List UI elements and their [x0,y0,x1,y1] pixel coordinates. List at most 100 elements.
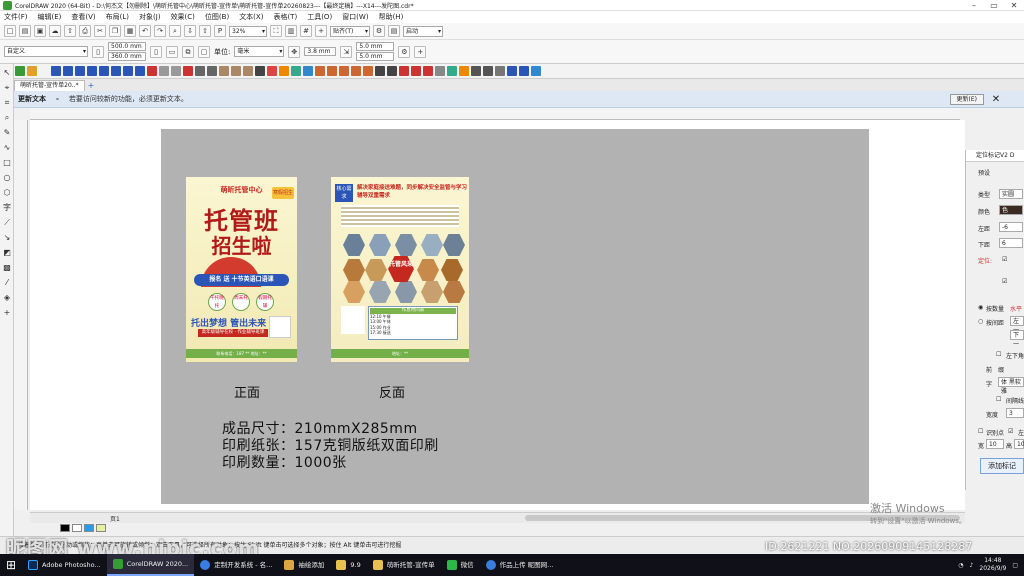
clock[interactable]: 14:48 2026/9/9 [979,557,1006,573]
number-2-icon[interactable] [75,66,85,76]
cloud-icon[interactable]: ☁ [49,25,61,37]
gap-line-check[interactable]: ☐ [996,396,1001,403]
taskbar-item[interactable]: 微信 [441,554,480,576]
transparency-tool-icon[interactable]: ▩ [2,263,12,273]
close-notice-icon[interactable]: ✕ [988,94,1004,105]
menu-effects[interactable]: 效果(C) [171,12,195,22]
tool-j-icon[interactable] [267,66,277,76]
export-icon[interactable]: ⇧ [199,25,211,37]
freehand-tool-icon[interactable]: ✎ [2,128,12,138]
menu-edit[interactable]: 编辑(E) [38,12,62,22]
tool-x-icon[interactable] [471,66,481,76]
tool-v-icon[interactable] [435,66,445,76]
taskbar-item[interactable]: 萌昕托管-宣传单 [367,554,441,576]
screen-icon[interactable] [531,66,541,76]
text-tool-icon[interactable]: 字 [2,203,12,213]
tool-c-icon[interactable] [171,66,181,76]
duplicate-y-input[interactable]: 5.0 mm [356,52,395,61]
vertical-ruler[interactable] [14,120,28,510]
double-left-icon[interactable] [507,66,517,76]
tool-r-icon[interactable] [363,66,373,76]
down-select[interactable]: 下一 [1010,330,1024,348]
color-swatch[interactable] [84,524,94,532]
fold-icon[interactable] [387,66,397,76]
flyer-front[interactable]: 萌昕托管中心 寒假招生 托管班 招生啦 报名 送 十节英语口语课 午托晚托 周末… [186,177,297,362]
tool-s-icon[interactable] [399,66,409,76]
add-mark-button[interactable]: 添加标记 [980,458,1024,474]
windows-start-icon[interactable]: ⊞ [0,554,22,576]
all-pages-icon[interactable]: ⧉ [182,45,194,58]
new-tab-icon[interactable]: + [88,81,95,91]
menu-table[interactable]: 表格(T) [273,12,297,22]
cut-icon[interactable]: ✂ [94,25,106,37]
tool-y-icon[interactable] [483,66,493,76]
taskbar-item[interactable]: Adobe Photosho... [22,554,107,576]
menu-window[interactable]: 窗口(W) [342,12,368,22]
double-right-icon[interactable] [519,66,529,76]
minimize-button[interactable]: – [964,1,984,10]
menu-help[interactable]: 帮助(H) [379,12,404,22]
number-5-icon[interactable] [111,66,121,76]
left-margin-input[interactable]: -6 [999,222,1023,232]
ellipse-tool-icon[interactable]: ○ [2,173,12,183]
fill-icon[interactable] [27,66,37,76]
fill-tool-icon[interactable]: ◈ [2,293,12,303]
connector-tool-icon[interactable]: ↘ [2,233,12,243]
shadow-tool-icon[interactable]: ◩ [2,248,12,258]
color-swatch[interactable] [96,524,106,532]
nudge-input[interactable]: 3.8 mm [304,47,337,56]
number-3-icon[interactable] [87,66,97,76]
tool-l-icon[interactable] [291,66,301,76]
launch-combo[interactable]: 启动 [403,25,443,37]
zoom-tool-icon[interactable]: ⌕ [2,113,12,123]
artistic-tool-icon[interactable]: ∿ [2,143,12,153]
tool-h-icon[interactable] [231,66,241,76]
menu-text[interactable]: 文本(X) [239,12,263,22]
tool-o-icon[interactable] [327,66,337,76]
position-checkbox[interactable]: ☑ [1002,256,1007,263]
parallel-tool-icon[interactable]: ⟋ [2,218,12,228]
number-4-icon[interactable] [99,66,109,76]
menu-object[interactable]: 对象(J) [139,12,161,22]
tool-p-icon[interactable] [339,66,349,76]
tool-i-icon[interactable] [243,66,253,76]
cloud-upload-icon[interactable]: ⇧ [64,25,76,37]
landscape-icon[interactable]: ▭ [166,45,178,58]
fill-swatch[interactable] [60,524,70,532]
open-icon[interactable]: ▤ [19,25,31,37]
check-icon[interactable] [15,66,25,76]
new-icon[interactable]: □ [4,25,16,37]
duplicate-x-input[interactable]: 5.0 mm [356,42,395,51]
page-preset-combo[interactable]: 自定义 [4,46,88,57]
eyedropper-tool-icon[interactable]: ⁄ [2,278,12,288]
spacing-select[interactable]: 左一 [1010,316,1024,334]
volume-icon[interactable]: ♪ [970,562,974,569]
pdf-icon[interactable]: P [214,25,226,37]
portrait-icon[interactable]: ▯ [150,45,162,58]
tool-g-icon[interactable] [219,66,229,76]
fullscreen-icon[interactable]: ⛶ [270,25,282,37]
number-0-icon[interactable] [51,66,61,76]
units-combo[interactable]: 毫米 [234,46,285,57]
guides-icon[interactable]: + [315,25,327,37]
tool-n-icon[interactable] [315,66,325,76]
redo-icon[interactable]: ↷ [154,25,166,37]
tool-b-icon[interactable] [159,66,169,76]
marks-check[interactable]: ☐ [978,428,983,435]
flyer-back[interactable]: 核心需求 解决家庭接送难题，同步解决安全监管与学习辅导双重需求 托管风采 作息时… [331,177,469,362]
position-checkbox-2[interactable]: ☑ [1002,278,1007,285]
type-select[interactable]: 实圆 [999,189,1023,199]
menu-tools[interactable]: 工具(O) [307,12,332,22]
taskbar-item[interactable]: 9.9 [330,554,366,576]
tool-w-icon[interactable] [447,66,457,76]
page-height-input[interactable]: 360.0 mm [108,52,146,61]
page-options-icon[interactable]: ⚙ [398,45,411,58]
zoom-combo[interactable]: 32% [229,25,267,37]
tool-z-icon[interactable] [495,66,505,76]
number-6-icon[interactable] [123,66,133,76]
search-icon[interactable]: ⌕ [169,25,181,37]
bottom-left-check[interactable]: ☐ [996,351,1001,358]
color-swatch[interactable]: 色 [999,205,1023,215]
tool-f-icon[interactable] [207,66,217,76]
outline-swatch[interactable] [72,524,82,532]
